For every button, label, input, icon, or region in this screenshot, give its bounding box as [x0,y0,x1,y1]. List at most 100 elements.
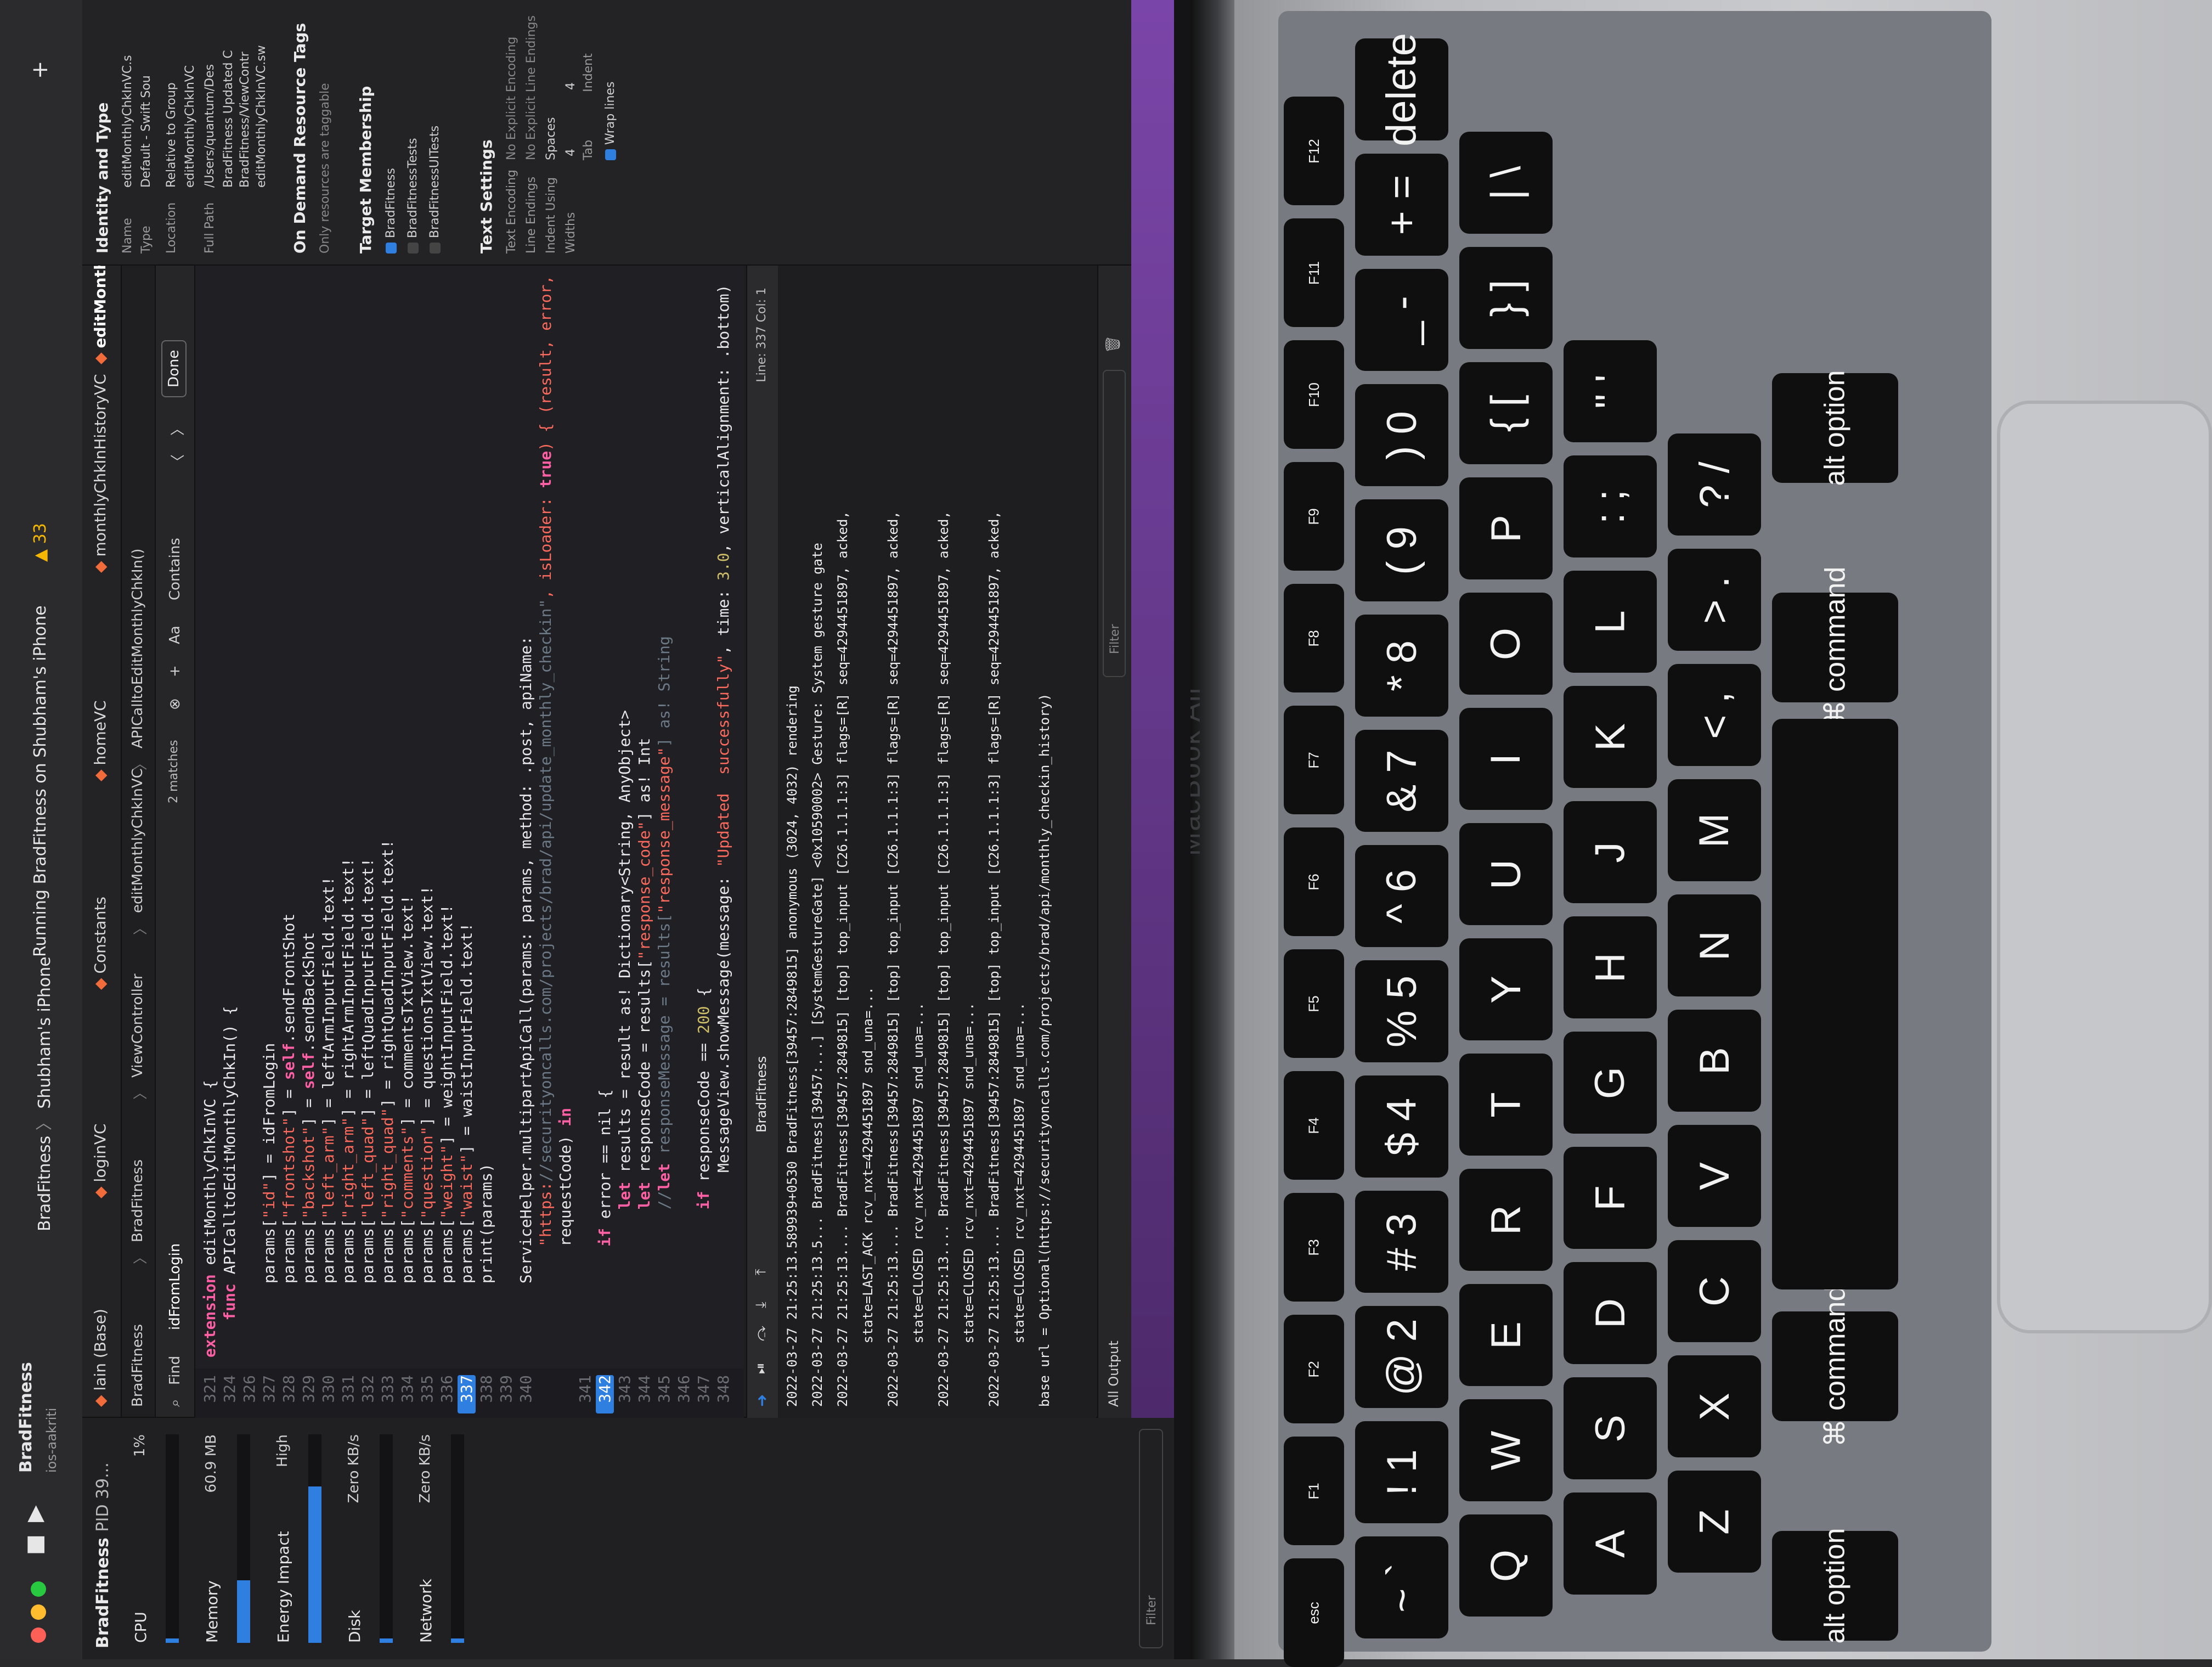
target-membership-item[interactable]: BradFitness [384,168,398,254]
keyboard-key[interactable]: F6 [1284,827,1344,936]
scheme-selector[interactable]: BradFitness 〉 Shubham's iPhone [31,956,55,1231]
keyboard-key[interactable]: % 5 [1355,960,1448,1062]
line-number[interactable]: 335 [418,1375,436,1413]
keyboard-key[interactable]: U [1459,823,1553,925]
tab-width-stepper[interactable]: 4 [564,149,578,156]
step-into-icon[interactable]: ⤓ [753,1302,770,1309]
line-number[interactable]: 343 [616,1375,634,1413]
add-icon[interactable]: + [27,60,53,79]
keyboard-key[interactable]: > . [1668,549,1761,651]
text-encoding-select[interactable]: No Explicit Encoding [505,37,518,160]
keyboard-key[interactable]: F1 [1284,1437,1344,1545]
keyboard-key[interactable]: I [1459,708,1553,810]
keyboard-key[interactable]: C [1668,1240,1761,1342]
previous-match-button[interactable]: 〈 [167,454,187,469]
keyboard-key[interactable]: P [1459,477,1553,579]
keyboard-key[interactable]: @ 2 [1355,1306,1448,1408]
keyboard-key[interactable]: H [1564,916,1657,1018]
line-number[interactable]: 334 [398,1375,416,1413]
add-find-pattern-icon[interactable]: + [167,665,183,677]
keyboard-key[interactable]: { [ [1459,362,1553,464]
keyboard-key[interactable]: F7 [1284,706,1344,814]
line-endings-select[interactable]: No Explicit Line Endings [524,15,538,160]
keyboard-key[interactable]: O [1459,593,1553,695]
breadcrumb-item[interactable]: BradFitness [129,1159,146,1242]
code-editor[interactable]: 321 extension editMonthlyChkInVC {324 fun… [195,266,744,1418]
breakpoints-toggle-icon[interactable]: ➜ [753,1394,771,1407]
line-number[interactable]: 340 [517,1375,535,1413]
line-number[interactable]: 338 [477,1375,495,1413]
keyboard-key[interactable]: ( 9 [1355,499,1448,601]
keyboard-key[interactable]: ⌘ command [1772,1286,1898,1447]
line-number[interactable]: 329 [300,1375,318,1413]
step-out-icon[interactable]: ⤒ [753,1269,770,1276]
target-membership-item[interactable]: BradFitnessUITests [428,126,442,254]
continue-icon[interactable]: ⏯ [753,1362,770,1374]
breakpoint-marker[interactable]: 337 [458,1375,476,1413]
warnings-badge[interactable]: ▲ 33 [31,523,50,562]
keyboard-key[interactable]: } ] [1459,247,1553,349]
wrap-lines-checkbox[interactable]: Wrap lines [603,82,617,160]
keyboard-key[interactable]: " ' [1564,340,1657,442]
keyboard-key[interactable]: F8 [1284,584,1344,692]
keyboard-key[interactable]: V [1668,1125,1761,1227]
keyboard-key[interactable]: | \ [1459,132,1553,234]
line-number[interactable]: 328 [280,1375,298,1413]
line-number[interactable]: 336 [438,1375,456,1413]
keyboard-key[interactable]: D [1564,1262,1657,1364]
debug-process-title[interactable]: BradFitness PID 39... [93,1462,112,1648]
navigator-filter-input[interactable]: Filter [1139,1429,1163,1648]
keyboard-key[interactable]: T [1459,1054,1553,1156]
find-input[interactable]: idFromLogin [167,1243,183,1330]
console-output[interactable]: 2022-03-27 21:25:13.589939+0530 BradFitn… [778,266,1096,1418]
trash-icon[interactable]: 🗑 [1105,335,1121,353]
keyboard-key[interactable]: Q [1459,1514,1553,1617]
next-match-button[interactable]: 〉 [167,421,187,436]
keyboard-key[interactable]: R [1459,1169,1553,1271]
debug-gauge[interactable]: Energy Impact High [269,1429,329,1648]
line-number[interactable]: 346 [675,1375,693,1413]
find-done-button[interactable]: Done [161,340,187,397]
match-case-toggle[interactable]: Aa [167,626,183,644]
keyboard-key[interactable]: + = [1355,154,1448,256]
breakpoint-marker[interactable]: 342 [596,1375,614,1413]
keyboard-key[interactable]: F12 [1284,97,1344,205]
keyboard-key[interactable]: ~ ` [1355,1536,1448,1638]
line-number[interactable]: 348 [714,1375,732,1413]
editor-tab[interactable]: ◆ lain (Base) [91,1309,109,1407]
keyboard-key[interactable]: & 7 [1355,730,1448,832]
code-line[interactable]: 348 MessageView.showMessage(message: "Up… [714,266,738,1418]
keyboard-key[interactable]: alt option [1772,1528,1898,1644]
keyboard-key[interactable]: * 8 [1355,615,1448,717]
zoom-window-button[interactable] [31,1581,46,1597]
minimize-window-button[interactable] [31,1604,46,1620]
keyboard-key[interactable]: K [1564,686,1657,788]
console-filter-input[interactable]: Filter [1103,370,1126,677]
breadcrumb-item[interactable]: BradFitness [129,1324,146,1407]
line-number[interactable]: 344 [635,1375,653,1413]
keyboard-key[interactable]: L [1564,571,1657,673]
indent-using-select[interactable]: Spaces [544,117,558,160]
keyboard-key[interactable]: _ - [1355,269,1448,371]
line-number[interactable]: 345 [655,1375,673,1413]
indent-width-stepper[interactable]: 4 [564,82,578,90]
line-number[interactable]: 326 [240,1375,258,1413]
keyboard-key[interactable]: W [1459,1399,1553,1501]
clear-icon[interactable]: ⊗ [167,698,183,710]
editor-tab[interactable]: ◆ monthlyChkInHistoryVC [91,374,109,573]
keyboard-key[interactable]: G [1564,1032,1657,1134]
keyboard-key[interactable]: ⌘ command [1772,567,1898,728]
checkbox-icon[interactable] [430,243,441,254]
stop-icon[interactable]: ■ [22,1534,47,1555]
keyboard-key[interactable]: alt option [1772,370,1898,486]
keyboard-key[interactable]: B [1668,1010,1761,1112]
keyboard-key[interactable]: : ; [1564,455,1657,557]
keyboard-key[interactable]: # 3 [1355,1191,1448,1293]
line-number[interactable]: 347 [695,1375,713,1413]
line-number[interactable]: 333 [379,1375,397,1413]
debug-gauge[interactable]: CPU 1% [126,1429,187,1648]
breadcrumb-item[interactable]: APICalltoEditMonthlyChkIn() [129,549,146,748]
debug-gauge[interactable]: Disk Zero KB/s [340,1429,400,1648]
keyboard-key[interactable]: X [1668,1355,1761,1457]
keyboard-key[interactable]: F3 [1284,1193,1344,1302]
